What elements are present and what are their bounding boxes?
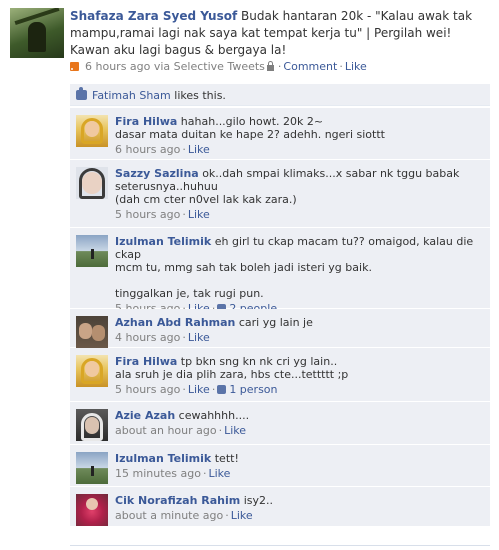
status-post: Shafaza Zara Syed Yusof Budak hantaran 2… — [0, 0, 499, 108]
post-text-line1: Budak hantaran 20k - "Kalau awak tak — [241, 9, 473, 23]
commenter-name-link[interactable]: Sazzy Sazlina — [115, 167, 199, 180]
commenter-avatar[interactable] — [76, 355, 108, 387]
comment-line: seterusnya..huhuu — [115, 180, 218, 193]
comment-item: Azhan Abd Rahman cari yg lain je 4 hours… — [70, 309, 490, 348]
comment-item: Izulman Telimik eh girl tu ckap macam tu… — [70, 228, 490, 315]
comment-meta: 15 minutes ago · Like — [115, 467, 231, 480]
comment-meta: 5 hours ago · Like · 1 person — [115, 383, 278, 396]
divider — [70, 545, 490, 546]
comment-text: Azhan Abd Rahman cari yg lain je — [115, 316, 484, 329]
separator-dot: · — [339, 60, 343, 73]
lock-icon — [266, 61, 274, 71]
comment-item: Azie Azah cewahhhh.... about an hour ago… — [70, 402, 490, 445]
rss-icon — [70, 62, 79, 71]
comment-like-link[interactable]: Like — [188, 208, 210, 221]
thumbs-up-icon — [76, 87, 87, 100]
comment-text: Izulman Telimik tett! — [115, 452, 484, 465]
comment-line: tp bkn sng kn nk cri yg lain.. — [180, 355, 338, 368]
post-text-line3: Kawan aku lagi bagus & bergaya la! — [70, 43, 287, 57]
commenter-avatar[interactable] — [76, 494, 108, 526]
commenter-avatar[interactable] — [76, 316, 108, 348]
comment-text: Fira Hilwa tp bkn sng kn nk cri yg lain.… — [115, 355, 484, 381]
post-time[interactable]: 6 hours ago via Selective Tweets — [85, 60, 265, 73]
like-link[interactable]: Like — [345, 60, 367, 73]
comment-like-link[interactable]: Like — [224, 424, 246, 437]
comment-time[interactable]: 15 minutes ago — [115, 467, 201, 480]
comment-meta: 5 hours ago · Like — [115, 208, 210, 221]
comment-item: Fira Hilwa tp bkn sng kn nk cri yg lain.… — [70, 348, 490, 402]
commenter-name-link[interactable]: Cik Norafizah Rahim — [115, 494, 240, 507]
comment-item: Sazzy Sazlina ok..dah smpai klimaks...x … — [70, 160, 490, 228]
commenter-avatar[interactable] — [76, 452, 108, 484]
commenter-name-link[interactable]: Fira Hilwa — [115, 355, 177, 368]
comment-text: Sazzy Sazlina ok..dah smpai klimaks...x … — [115, 167, 484, 206]
comment-time[interactable]: 5 hours ago — [115, 383, 180, 396]
comment-list: Fira Hilwa hahah...gilo howt. 20k 2~ das… — [70, 108, 490, 527]
comment-text: Izulman Telimik eh girl tu ckap macam tu… — [115, 235, 484, 300]
commenter-name-link[interactable]: Izulman Telimik — [115, 235, 211, 248]
comment-item: Cik Norafizah Rahim isy2.. about a minut… — [70, 487, 490, 527]
comment-time[interactable]: about a minute ago — [115, 509, 223, 522]
comment-line: ok..dah smpai klimaks...x sabar nk tggu … — [202, 167, 460, 180]
commenter-name-link[interactable]: Azhan Abd Rahman — [115, 316, 235, 329]
commenter-name-link[interactable]: Fira Hilwa — [115, 115, 177, 128]
post-author-link[interactable]: Shafaza Zara Syed Yusof — [70, 9, 237, 23]
thumbs-up-icon — [217, 385, 227, 394]
comment-line: cewahhhh.... — [178, 409, 250, 422]
comment-meta: 6 hours ago · Like — [115, 143, 210, 156]
separator-dot: · — [277, 60, 282, 73]
comment-time[interactable]: 4 hours ago — [115, 331, 180, 344]
comment-line: mcm tu, mmg sah tak boleh jadi isteri yg… — [115, 261, 372, 274]
comment-line: tinggalkan je, tak rugi pun. — [115, 287, 264, 300]
comment-meta: 4 hours ago · Like — [115, 331, 210, 344]
author-avatar[interactable] — [10, 8, 64, 58]
comment-line: isy2.. — [243, 494, 273, 507]
likes-bar: Fatimah Sham likes this. — [70, 84, 490, 106]
post-text: Shafaza Zara Syed Yusof Budak hantaran 2… — [70, 8, 490, 59]
commenter-avatar[interactable] — [76, 167, 108, 199]
comment-line: hahah...gilo howt. 20k 2~ — [180, 115, 324, 128]
liker-name-link[interactable]: Fatimah Sham — [92, 89, 171, 102]
commenter-name-link[interactable]: Azie Azah — [115, 409, 175, 422]
comment-like-link[interactable]: Like — [231, 509, 253, 522]
comment-line: tett! — [214, 452, 239, 465]
commenter-name-link[interactable]: Izulman Telimik — [115, 452, 211, 465]
comment-text: Azie Azah cewahhhh.... — [115, 409, 484, 422]
post-text-line2: mampu,ramai lagi nak saya kat tempat ker… — [70, 26, 452, 40]
comment-text: Cik Norafizah Rahim isy2.. — [115, 494, 484, 507]
commenter-avatar[interactable] — [76, 409, 108, 441]
comment-like-link[interactable]: Like — [188, 143, 210, 156]
post-meta: 6 hours ago via Selective Tweets · Comment… — [70, 60, 367, 73]
people-likes-link[interactable]: 1 person — [229, 383, 277, 396]
comment-like-link[interactable]: Like — [208, 467, 230, 480]
commenter-avatar[interactable] — [76, 235, 108, 267]
comment-link[interactable]: Comment — [283, 60, 337, 73]
comment-time[interactable]: about an hour ago — [115, 424, 217, 437]
likes-text: likes this. — [170, 89, 226, 102]
comment-item: Fira Hilwa hahah...gilo howt. 20k 2~ das… — [70, 108, 490, 160]
commenter-avatar[interactable] — [76, 115, 108, 147]
avatar-figure — [28, 22, 46, 52]
comment-like-link[interactable]: Like — [188, 331, 210, 344]
comment-text: Fira Hilwa hahah...gilo howt. 20k 2~ das… — [115, 115, 484, 141]
comment-line: dasar mata duitan ke hape 2? adehh. nger… — [115, 128, 385, 141]
comment-time[interactable]: 5 hours ago — [115, 208, 180, 221]
comment-line: ala sruh je dia plih zara, hbs cte...tet… — [115, 368, 349, 381]
comment-like-link[interactable]: Like — [188, 383, 210, 396]
comment-time[interactable]: 6 hours ago — [115, 143, 180, 156]
comment-meta: about an hour ago · Like — [115, 424, 247, 437]
comment-line: (dah cm cter n0vel lak kak zara.) — [115, 193, 297, 206]
comment-item: Izulman Telimik tett! 15 minutes ago · Lik… — [70, 445, 490, 487]
comment-line: cari yg lain je — [238, 316, 313, 329]
comment-meta: about a minute ago · Like — [115, 509, 253, 522]
